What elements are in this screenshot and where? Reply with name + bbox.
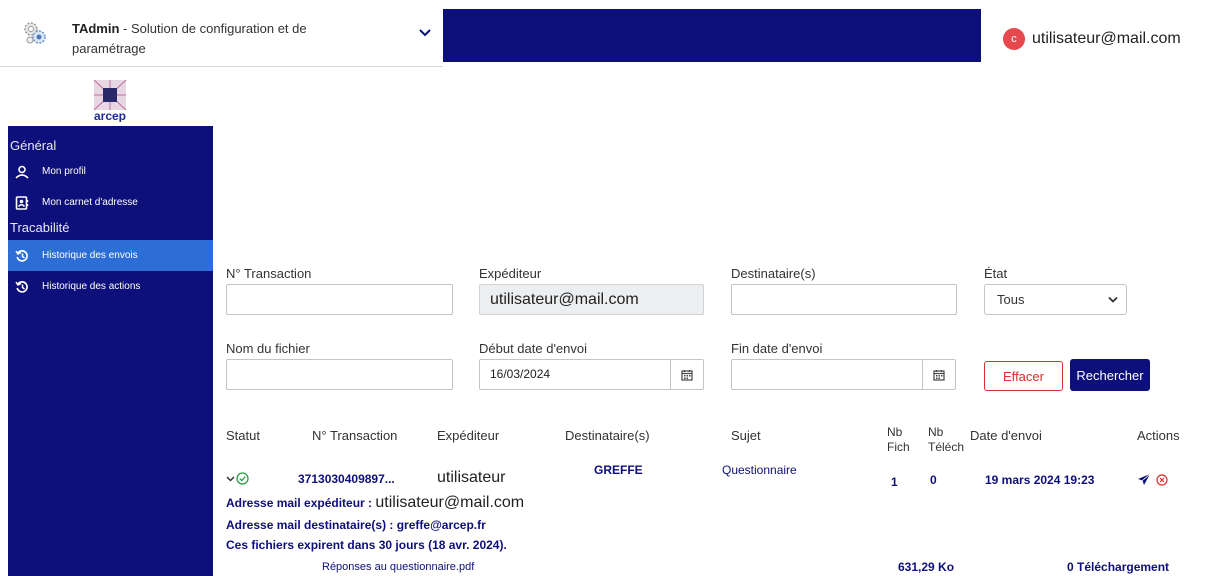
send-icon[interactable] [1137, 473, 1151, 486]
recipients-label: Destinataire(s) [731, 266, 816, 281]
row-nb-telech: 0 [930, 473, 937, 487]
start-date-input[interactable]: 16/03/2024 [479, 359, 671, 390]
app-name: TAdmin [72, 21, 120, 36]
arcep-logo: arcep [93, 80, 127, 122]
user-email: utilisateur@mail.com [1032, 30, 1181, 47]
detail-sender-mail-value: utilisateur@mail.com [375, 494, 525, 511]
col-header-nb-telech-line2: Téléch [928, 440, 965, 454]
detail-expiry: Ces fichiers expirent dans 30 jours (18 … [226, 538, 507, 552]
header-banner [443, 9, 981, 62]
address-book-icon [10, 195, 34, 210]
row-subject: Questionnaire [722, 463, 797, 477]
detail-sender-mail: Adresse mail expéditeur : utilisateur@ma… [226, 494, 524, 512]
sidebar-section-general: Général [10, 138, 57, 153]
start-date-calendar-button[interactable] [670, 359, 704, 390]
detail-downloads: 0 Téléchargement [1067, 560, 1170, 574]
cancel-circle-icon[interactable] [1156, 474, 1168, 486]
sidebar-item-carnet-adresse[interactable]: Mon carnet d'adresse [8, 187, 213, 218]
sidebar-item-label: Historique des actions [42, 281, 141, 292]
row-transaction[interactable]: 3713030409897... [298, 472, 395, 486]
row-sender: utilisateur [437, 469, 506, 486]
state-select-value: Tous [997, 292, 1025, 307]
col-header-nb-telech-line1: Nb [928, 425, 944, 439]
detail-file-size: 631,29 Ko [898, 560, 955, 574]
chevron-down-icon[interactable] [418, 28, 432, 38]
col-header-sender: Expéditeur [437, 428, 500, 443]
col-header-transaction: N° Transaction [312, 428, 398, 443]
sidebar-item-historique-actions[interactable]: Historique des actions [8, 271, 213, 302]
avatar[interactable]: c [1003, 28, 1025, 50]
start-date-value: 16/03/2024 [490, 367, 551, 381]
expand-chevron-icon[interactable] [226, 475, 235, 483]
col-header-nb-fich-line1: Nb [887, 425, 903, 439]
col-header-subject: Sujet [731, 428, 761, 443]
sidebar-item-label: Historique des envois [42, 250, 138, 261]
clear-button[interactable]: Effacer [984, 361, 1063, 391]
user-menu[interactable]: c utilisateur@mail.com [1003, 28, 1181, 50]
calendar-icon [933, 369, 945, 381]
check-circle-icon [236, 472, 249, 485]
user-icon [10, 165, 34, 179]
state-label: État [984, 266, 1008, 281]
end-date-input[interactable] [731, 359, 923, 390]
col-header-nb-fich: Nb Fich [887, 425, 910, 455]
end-date-label: Fin date d'envoi [731, 341, 823, 356]
filename-input[interactable] [226, 359, 453, 390]
col-header-status: Statut [226, 428, 260, 443]
app-title: TAdmin - Solution de configuration et de… [72, 19, 372, 59]
chevron-down-icon [1108, 296, 1118, 303]
row-recipients: GREFFE [594, 463, 643, 477]
col-header-nb-telech: Nb Téléch [928, 425, 964, 455]
detail-sender-mail-label: Adresse mail expéditeur : [226, 496, 376, 510]
sidebar-item-historique-envois[interactable]: Historique des envois [8, 240, 213, 271]
sidebar: Général Mon profil Mon carnet d'adresse … [8, 126, 213, 576]
state-select[interactable]: Tous [984, 284, 1127, 315]
sender-input: utilisateur@mail.com [479, 284, 704, 315]
app-header: TAdmin - Solution de configuration et de… [0, 0, 443, 67]
col-header-actions: Actions [1137, 428, 1180, 443]
end-date-calendar-button[interactable] [922, 359, 956, 390]
sender-label: Expéditeur [479, 266, 542, 281]
history-icon [10, 280, 34, 294]
sender-input-value: utilisateur@mail.com [490, 291, 639, 308]
sidebar-item-label: Mon profil [42, 166, 86, 177]
sidebar-item-mon-profil[interactable]: Mon profil [8, 156, 213, 187]
calendar-icon [681, 369, 693, 381]
col-header-date: Date d'envoi [970, 428, 1042, 443]
search-button[interactable]: Rechercher [1070, 359, 1150, 391]
gears-icon [24, 22, 46, 44]
arcep-logo-text: arcep [94, 109, 126, 122]
sidebar-section-tracabilite: Tracabilité [10, 220, 70, 235]
row-nb-fich: 1 [891, 475, 898, 489]
transaction-label: N° Transaction [226, 266, 312, 281]
col-header-recipients: Destinataire(s) [565, 428, 650, 443]
detail-file-name[interactable]: Réponses au questionnaire.pdf [322, 561, 474, 573]
filename-label: Nom du fichier [226, 341, 310, 356]
sidebar-item-label: Mon carnet d'adresse [42, 197, 138, 208]
detail-recipient-mail: Adresse mail destinataire(s) : greffe@ar… [226, 518, 486, 532]
recipients-input[interactable] [731, 284, 957, 315]
start-date-label: Début date d'envoi [479, 341, 588, 356]
history-icon [10, 249, 34, 263]
col-header-nb-fich-line2: Fich [887, 440, 910, 454]
transaction-input[interactable] [226, 284, 453, 315]
row-date: 19 mars 2024 19:23 [985, 473, 1095, 487]
